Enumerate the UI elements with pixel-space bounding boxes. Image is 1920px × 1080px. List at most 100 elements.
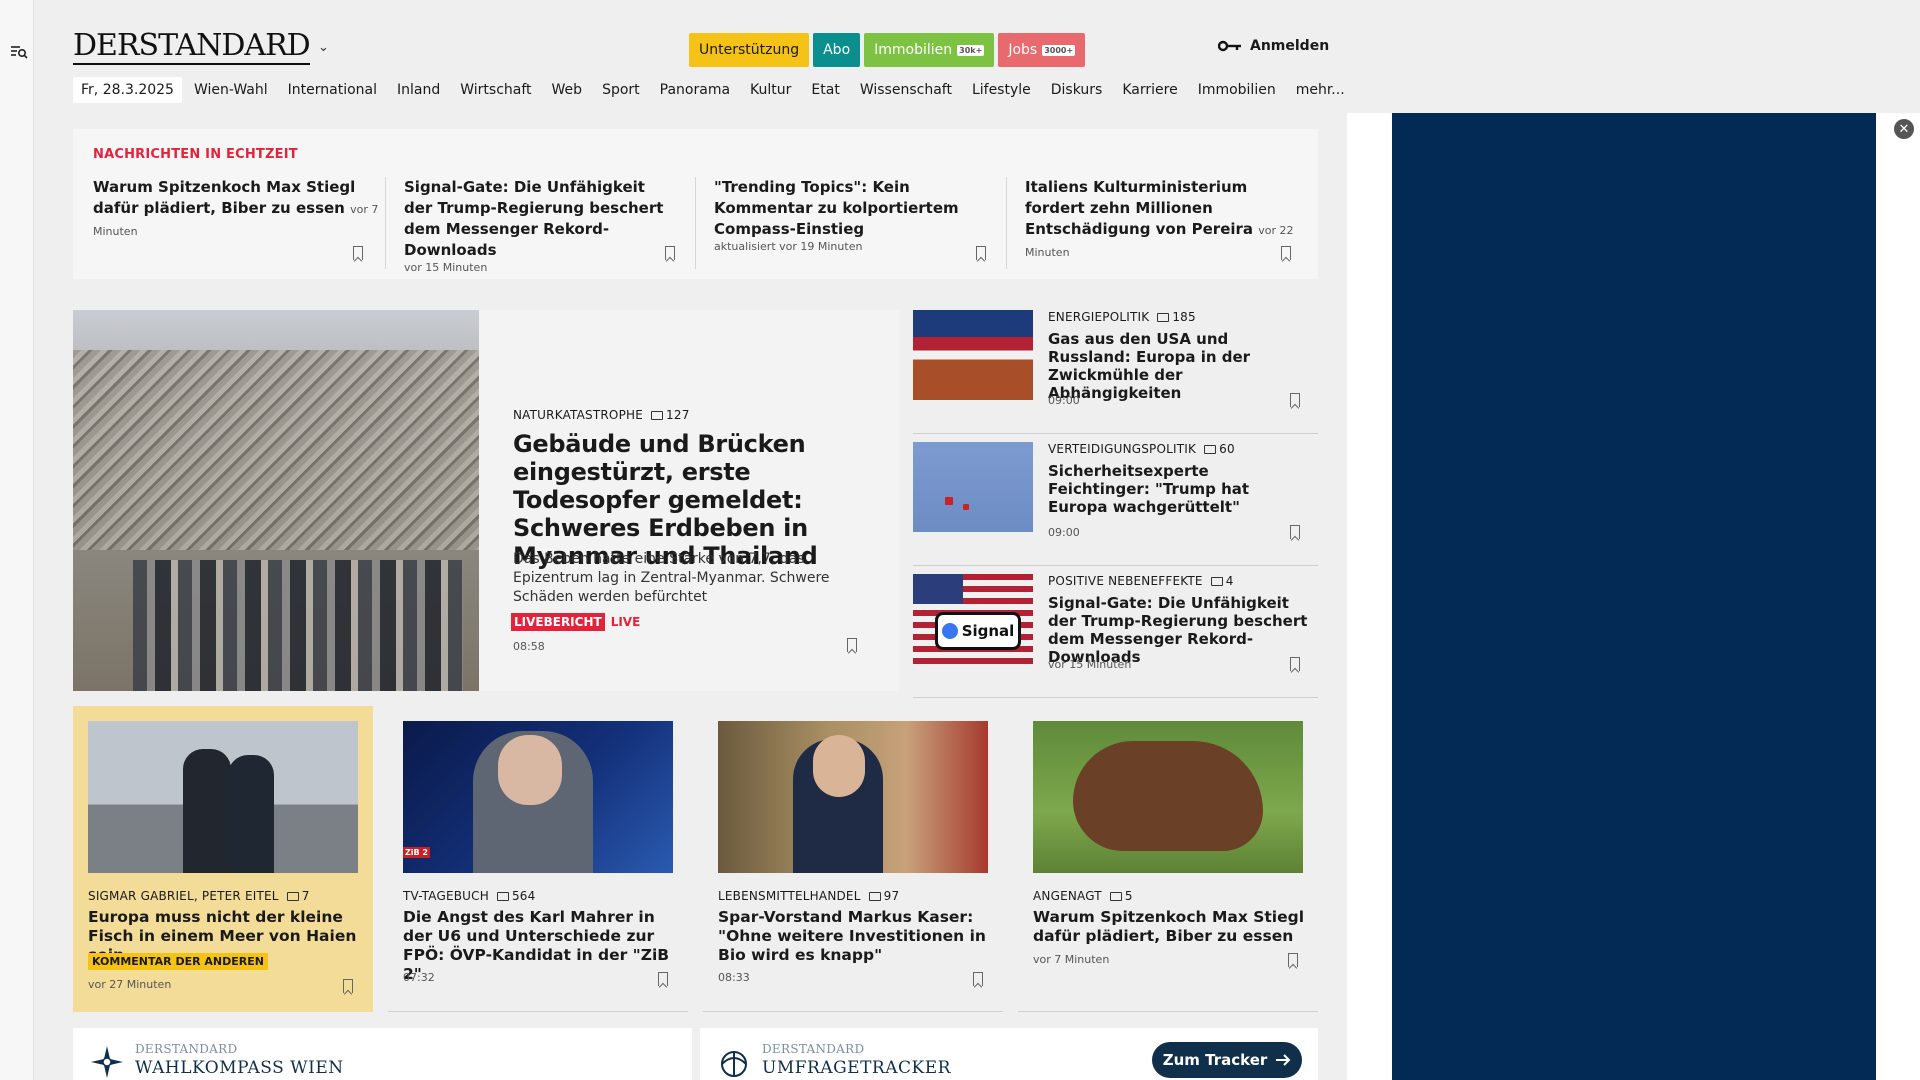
- header-pills: Unterstützung Abo Immobilien 30k+ Jobs 300…: [689, 33, 1086, 67]
- close-icon[interactable]: ✕: [1894, 119, 1914, 139]
- story-card[interactable]: ZiB 2 TV-TAGEBUCH 564 Die Angst des Karl …: [388, 706, 688, 1012]
- ticker-headline[interactable]: "Trending Topics": Kein Kommentar zu kol…: [714, 177, 985, 240]
- left-rail: [0, 0, 34, 1080]
- story-kicker: ENERGIEPOLITIK 185: [1048, 310, 1196, 324]
- hero-headline[interactable]: Gebäude und Brücken eingestürzt, erste T…: [513, 430, 883, 570]
- story-kicker: ANGENAGT 5: [1033, 889, 1133, 903]
- story-time: 09:00: [1048, 394, 1080, 407]
- story-thumbnail[interactable]: [913, 310, 1033, 400]
- ticker-time: vor 15 Minuten: [404, 261, 488, 274]
- nav-item-panorama[interactable]: Panorama: [660, 82, 730, 98]
- immobilien-button[interactable]: Immobilien 30k+: [864, 33, 995, 67]
- comment-count: 564: [511, 889, 536, 903]
- story-kicker: SIGMAR GABRIEL, PETER EITEL 7: [88, 889, 310, 903]
- promo-brand: DERSTANDARD: [135, 1042, 238, 1056]
- login-button[interactable]: Anmelden: [1218, 38, 1329, 54]
- ticker-item[interactable]: Warum Spitzenkoch Max Stiegl dafür plädi…: [93, 177, 383, 269]
- live-row: LIVEBERICHT LIVE: [511, 613, 640, 631]
- ticker-item[interactable]: Signal-Gate: Die Unfähigkeit der Trump-R…: [385, 177, 675, 274]
- comment-count: 7: [301, 889, 310, 903]
- ticker-headline[interactable]: Warum Spitzenkoch Max Stiegl dafür plädi…: [93, 178, 355, 217]
- nav-item-web[interactable]: Web: [552, 82, 583, 98]
- nav-item-etat[interactable]: Etat: [811, 82, 839, 98]
- story-image[interactable]: [88, 721, 358, 873]
- nav-item-international[interactable]: International: [288, 82, 377, 98]
- live-ticker: NACHRICHTEN IN ECHTZEIT Warum Spitzenkoc…: [73, 129, 1318, 279]
- promo-wahlkompass[interactable]: DERSTANDARD WAHLKOMPASS WIEN: [73, 1028, 692, 1080]
- support-button[interactable]: Unterstützung: [689, 33, 810, 67]
- comment-icon: [1204, 444, 1217, 454]
- comment-count: 5: [1124, 889, 1133, 903]
- search-menu-icon[interactable]: [10, 44, 28, 60]
- ad-banner[interactable]: [1392, 113, 1876, 1080]
- nav-item-sport[interactable]: Sport: [602, 82, 640, 98]
- date-label: Fr, 28.3.2025: [73, 77, 182, 103]
- jet-shape: [963, 504, 969, 510]
- side-story[interactable]: Signal POSITIVE NEBENEFFEKTE 4 Signal-Gat…: [913, 574, 1318, 698]
- hero-story[interactable]: NATURKATASTROPHE 127 Gebäude und Brücken…: [479, 310, 899, 691]
- nav-item-more[interactable]: mehr...: [1296, 82, 1345, 98]
- story-image[interactable]: [1033, 721, 1303, 873]
- liveticker-badge: LIVEBERICHT: [511, 613, 605, 631]
- comment-count: 60: [1219, 442, 1235, 456]
- category-badge: KOMMENTAR DER ANDEREN: [88, 953, 268, 970]
- nav-item-wirtschaft[interactable]: Wirtschaft: [460, 82, 531, 98]
- comment-count: 127: [666, 408, 690, 422]
- story-time: 07:32: [403, 971, 435, 984]
- story-kicker: NATURKATASTROPHE 127: [513, 408, 690, 422]
- comment-icon: [1210, 576, 1223, 586]
- story-kicker: LEBENSMITTELHANDEL 97: [718, 889, 900, 903]
- nav-item-diskurs[interactable]: Diskurs: [1051, 82, 1103, 98]
- nav-item-immobilien[interactable]: Immobilien: [1198, 82, 1276, 98]
- story-headline[interactable]: Die Angst des Karl Mahrer in der U6 und …: [403, 908, 675, 984]
- ticker-headline[interactable]: Signal-Gate: Die Unfähigkeit der Trump-R…: [404, 177, 675, 261]
- story-time: 08:58: [513, 640, 545, 653]
- nav-item-wien-wahl[interactable]: Wien-Wahl: [194, 82, 268, 98]
- site-logo[interactable]: DERSTANDARD: [73, 28, 311, 65]
- story-kicker: VERTEIDIGUNGSPOLITIK 60: [1048, 442, 1235, 456]
- story-thumbnail[interactable]: [913, 442, 1033, 532]
- hero-image[interactable]: [73, 310, 479, 691]
- story-card[interactable]: SIGMAR GABRIEL, PETER EITEL 7 Europa muss…: [73, 706, 373, 1012]
- story-headline[interactable]: Signal-Gate: Die Unfähigkeit der Trump-R…: [1048, 594, 1308, 666]
- story-kicker: POSITIVE NEBENEFFEKTE 4: [1048, 574, 1234, 588]
- promo-name: UMFRAGETRACKER: [762, 1058, 951, 1078]
- nav-item-lifestyle[interactable]: Lifestyle: [972, 82, 1031, 98]
- story-headline[interactable]: Warum Spitzenkoch Max Stiegl dafür plädi…: [1033, 908, 1305, 946]
- comment-icon: [651, 410, 664, 420]
- hero-teaser: Das Beben hatte eine Stärke von 7,7, das…: [513, 551, 830, 605]
- nav-item-inland[interactable]: Inland: [397, 82, 440, 98]
- count-tag: 3000+: [1042, 44, 1076, 56]
- story-thumbnail[interactable]: Signal: [913, 574, 1033, 664]
- story-card[interactable]: ANGENAGT 5 Warum Spitzenkoch Max Stiegl d…: [1018, 706, 1318, 1012]
- story-headline[interactable]: Spar-Vorstand Markus Kaser: "Ohne weiter…: [718, 908, 990, 965]
- nav-item-wissenschaft[interactable]: Wissenschaft: [860, 82, 952, 98]
- story-card[interactable]: LEBENSMITTELHANDEL 97 Spar-Vorstand Marku…: [703, 706, 1003, 1012]
- divider: [388, 1011, 688, 1012]
- nav-item-karriere[interactable]: Karriere: [1122, 82, 1177, 98]
- tracker-button[interactable]: Zum Tracker: [1152, 1042, 1302, 1078]
- ticker-item[interactable]: "Trending Topics": Kein Kommentar zu kol…: [695, 177, 985, 269]
- ticker-headline[interactable]: Italiens Kulturministerium fordert zehn …: [1025, 178, 1253, 238]
- side-story[interactable]: ENERGIEPOLITIK 185 Gas aus den USA und Ru…: [913, 310, 1318, 434]
- story-image[interactable]: [718, 721, 988, 873]
- chevron-down-icon[interactable]: ⌄: [318, 40, 329, 55]
- side-story[interactable]: VERTEIDIGUNGSPOLITIK 60 Sicherheitsexpert…: [913, 442, 1318, 566]
- divider: [703, 1011, 1003, 1012]
- comment-icon: [868, 891, 881, 901]
- abo-button[interactable]: Abo: [813, 33, 861, 67]
- jobs-button[interactable]: Jobs 3000+: [998, 33, 1086, 67]
- story-headline[interactable]: Sicherheitsexperte Feichtinger: "Trump h…: [1048, 462, 1308, 516]
- key-icon: [1218, 40, 1241, 52]
- story-image[interactable]: ZiB 2: [403, 721, 673, 873]
- nav-item-kultur[interactable]: Kultur: [750, 82, 791, 98]
- comment-icon: [1157, 312, 1170, 322]
- globe-icon: [721, 1051, 747, 1077]
- ticker-item[interactable]: Italiens Kulturministerium fordert zehn …: [1006, 177, 1296, 269]
- comment-count: 185: [1172, 310, 1196, 324]
- compass-icon: [91, 1046, 123, 1078]
- comment-count: 4: [1225, 574, 1234, 588]
- live-label: LIVE: [610, 615, 641, 629]
- story-headline[interactable]: Gas aus den USA und Russland: Europa in …: [1048, 330, 1308, 402]
- story-time: vor 7 Minuten: [1033, 953, 1110, 966]
